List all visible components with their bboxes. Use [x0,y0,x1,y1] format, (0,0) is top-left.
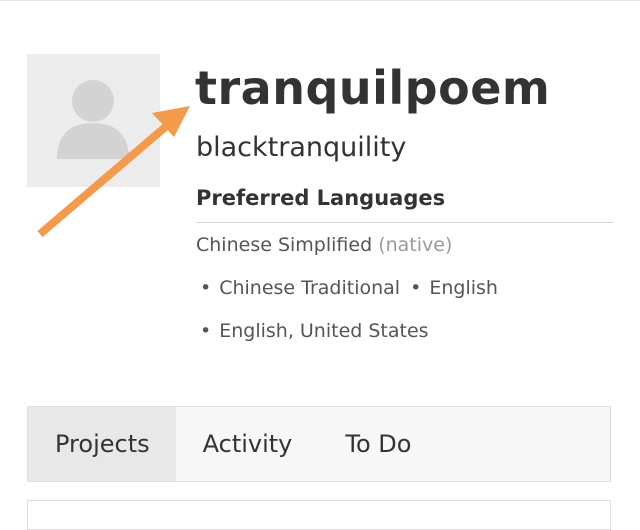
orange-arrow-icon [37,106,190,238]
